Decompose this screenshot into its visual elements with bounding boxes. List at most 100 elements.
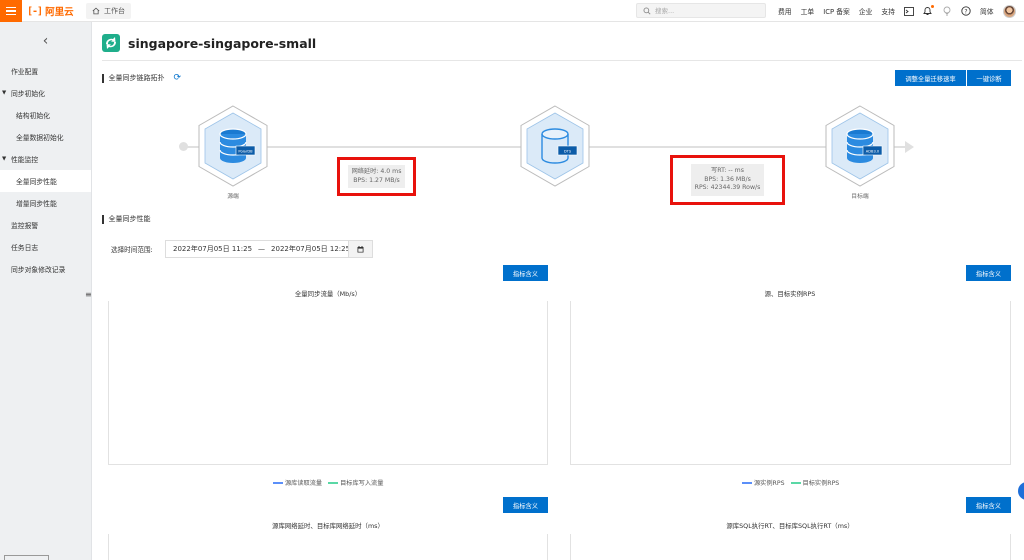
lightbulb-icon[interactable] <box>942 6 952 16</box>
sidebar-item-schema-init[interactable]: 结构初始化 <box>0 104 91 126</box>
sidebar-item-object-changes[interactable]: 同步对象修改记录 <box>0 258 91 280</box>
nav-link-billing[interactable]: 费用 <box>778 6 792 16</box>
sidebar-item-label: 作业配置 <box>11 68 39 76</box>
write-rt-value: 写RT: -- ms <box>711 167 744 175</box>
source-node[interactable]: PolarDB <box>196 104 270 188</box>
top-bar: [-] 阿里云 工作台 费用 工单 ICP 备案 企业 支持 ? 简体 <box>0 0 1024 22</box>
target-node[interactable]: ADB3.0 <box>823 104 897 188</box>
svg-text:PolarDB: PolarDB <box>238 149 253 153</box>
help-icon[interactable]: ? <box>961 6 971 16</box>
time-range-label: 选择时间范围: <box>111 246 153 254</box>
caret-down-icon: ▼ <box>2 90 7 96</box>
page-title: singapore-singapore-small <box>128 35 317 51</box>
sidebar-item-full-sync-perf[interactable]: 全量同步性能 <box>0 170 91 192</box>
target-label: 目标端 <box>851 194 869 200</box>
sidebar-item-label: 全量同步性能 <box>16 178 57 186</box>
sidebar-item-task-log[interactable]: 任务日志 <box>0 236 91 258</box>
dts-db-icon: DTS <box>520 105 590 187</box>
svg-text:?: ? <box>964 8 967 15</box>
legend-item-source-rps[interactable]: 源实例RPS <box>742 478 785 487</box>
nav-link-ticket[interactable]: 工单 <box>801 6 815 16</box>
one-click-diagnose-button[interactable]: 一键诊断 <box>967 70 1011 86</box>
chart-title-throughput: 全量同步流量（Mb/s） <box>294 290 362 298</box>
bell-icon[interactable] <box>923 5 934 16</box>
search-icon <box>643 7 651 15</box>
topology-title-text: 全量同步链路拓扑 <box>108 74 165 82</box>
sidebar-item-label: 全量数据初始化 <box>16 134 64 142</box>
target-metrics-panel: 写RT: -- ms BPS: 1.36 MB/s RPS: 42344.39 … <box>690 164 765 196</box>
sidebar-item-label: 任务日志 <box>11 244 39 252</box>
date-range-picker[interactable]: 2022年07月05日 11:25 — 2022年07月05日 12:25 <box>165 240 373 258</box>
source-db-icon: PolarDB <box>198 105 268 187</box>
dts-node[interactable]: DTS <box>518 104 592 188</box>
chart-title-rps: 源、目标实例RPS <box>764 290 816 298</box>
svg-text:DTS: DTS <box>564 149 572 153</box>
range-separator: — <box>258 245 266 253</box>
source-bps-value: BPS: 1.27 MB/s <box>353 176 400 184</box>
metric-meaning-button-3[interactable]: 指标含义 <box>503 497 548 513</box>
terminal-icon[interactable] <box>904 6 914 16</box>
legend-item-target-rps[interactable]: 目标实例RPS <box>790 478 839 487</box>
avatar[interactable] <box>1002 4 1016 18</box>
chart-area-throughput <box>108 301 548 465</box>
title-row: singapore-singapore-small <box>102 34 316 52</box>
performance-title-text: 全量同步性能 <box>108 215 151 223</box>
adjust-rate-button[interactable]: 调整全量迁移速率 <box>895 70 966 86</box>
legend-rps: 源实例RPS 目标实例RPS <box>742 478 839 487</box>
sidebar-item-label: 同步对象修改记录 <box>11 266 66 274</box>
refresh-icon[interactable]: ⟳ <box>174 73 182 83</box>
sidebar-item-job-config[interactable]: 作业配置 <box>0 60 91 82</box>
top-nav: 费用 工单 ICP 备案 企业 支持 ? 简体 <box>778 0 1016 22</box>
nav-link-support[interactable]: 支持 <box>881 6 895 16</box>
start-time[interactable]: 2022年07月05日 11:25 <box>166 244 252 254</box>
sidebar: ‹ 作业配置 ▼ 同步初始化 结构初始化 全量数据初始化 ▼ 性能监控 全量同步性能… <box>0 22 92 560</box>
chevron-left-icon: ‹ <box>42 33 49 49</box>
chart-area-rps <box>570 301 1011 465</box>
language-switch[interactable]: 简体 <box>980 6 994 16</box>
logo-glyph: [-] <box>27 5 43 17</box>
sidebar-group-sync-init[interactable]: ▼ 同步初始化 <box>0 82 91 104</box>
sidebar-item-full-data-init[interactable]: 全量数据初始化 <box>0 126 91 148</box>
logo-text: 阿里云 <box>45 7 74 18</box>
section-marker <box>102 73 104 83</box>
legend-item-target-write[interactable]: 目标库写入流量 <box>328 478 383 487</box>
metric-meaning-button-1[interactable]: 指标含义 <box>503 265 548 281</box>
sidebar-item-label: 结构初始化 <box>16 112 50 120</box>
menu-icon[interactable] <box>0 0 22 22</box>
chart-area-sql-rt <box>570 534 1011 560</box>
search-input[interactable] <box>655 6 755 15</box>
logo[interactable]: [-] 阿里云 <box>27 5 74 19</box>
sidebar-item-label: 同步初始化 <box>11 90 45 98</box>
sidebar-group-perf-monitor[interactable]: ▼ 性能监控 <box>0 148 91 170</box>
sidebar-item-label: 性能监控 <box>11 156 39 164</box>
target-link-metrics: 写RT: -- ms BPS: 1.36 MB/s RPS: 42344.39 … <box>670 155 785 205</box>
metric-meaning-button-4[interactable]: 指标含义 <box>966 497 1011 513</box>
search-box[interactable] <box>636 3 766 18</box>
calendar-icon[interactable] <box>348 241 372 257</box>
nav-link-icp[interactable]: ICP 备案 <box>823 6 850 16</box>
workbench-button[interactable]: 工作台 <box>86 3 131 19</box>
workbench-label: 工作台 <box>104 7 125 15</box>
main-content: singapore-singapore-small 全量同步链路拓扑 ⟳ 调整全… <box>92 22 1024 560</box>
back-button[interactable]: ‹ <box>0 22 91 60</box>
legend-item-source-read[interactable]: 源库读取流量 <box>273 478 322 487</box>
dts-logo-icon <box>102 34 120 52</box>
title-divider <box>102 60 1022 61</box>
chart-area-network-latency <box>108 534 548 560</box>
legend-throughput: 源库读取流量 目标库写入流量 <box>273 478 383 487</box>
end-time[interactable]: 2022年07月05日 12:25 <box>271 244 350 254</box>
target-bps-value: BPS: 1.36 MB/s <box>704 175 751 183</box>
nav-link-enterprise[interactable]: 企业 <box>859 6 873 16</box>
section-marker <box>102 214 104 224</box>
home-icon <box>92 7 100 15</box>
sidebar-footer-tab[interactable] <box>4 555 49 560</box>
caret-down-icon: ▼ <box>2 156 7 162</box>
source-link-metrics: 网络延时: 4.0 ms BPS: 1.27 MB/s <box>337 157 416 196</box>
target-rps-value: RPS: 42344.39 Row/s <box>694 184 761 192</box>
network-latency-value: 网络延时: 4.0 ms <box>351 168 402 176</box>
sidebar-item-alerts[interactable]: 监控报警 <box>0 214 91 236</box>
source-metrics-panel: 网络延时: 4.0 ms BPS: 1.27 MB/s <box>347 165 406 188</box>
sidebar-item-label: 增量同步性能 <box>16 200 57 208</box>
sidebar-item-incr-sync-perf[interactable]: 增量同步性能 <box>0 192 91 214</box>
metric-meaning-button-2[interactable]: 指标含义 <box>966 265 1011 281</box>
